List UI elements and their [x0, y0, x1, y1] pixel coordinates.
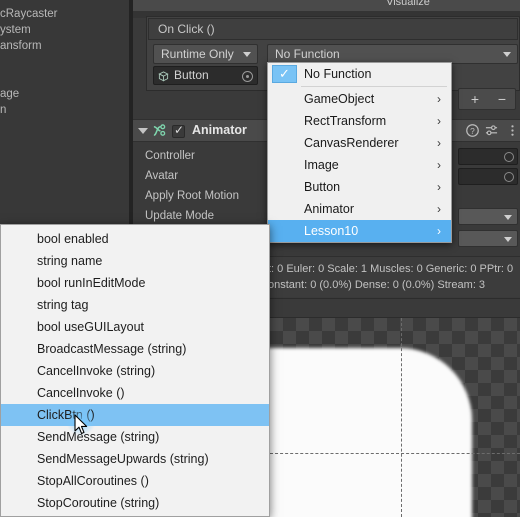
menu-item-recttransform[interactable]: RectTransform ›: [268, 110, 451, 132]
chevron-down-icon: [504, 237, 512, 242]
mouse-cursor-icon: [74, 414, 88, 435]
sprite-image: [270, 348, 472, 517]
hierarchy-row[interactable]: ystem: [0, 24, 31, 36]
gameobject-cube-icon: [158, 71, 169, 82]
add-event-button[interactable]: +: [462, 92, 488, 107]
menu-item-no-function[interactable]: No Function: [268, 63, 451, 85]
submenu-arrow-icon: ›: [437, 92, 441, 106]
culling-mode-value-dropdown[interactable]: [458, 230, 518, 247]
object-picker-icon[interactable]: [504, 172, 514, 182]
submenu-arrow-icon: ›: [437, 158, 441, 172]
menu-item-lesson10[interactable]: Lesson10 ›: [268, 220, 451, 242]
help-icon[interactable]: ?: [466, 124, 479, 137]
editor-tabbar: Visualize: [133, 0, 520, 11]
menu-item-canvasrenderer[interactable]: CanvasRenderer ›: [268, 132, 451, 154]
submenu-arrow-icon: ›: [437, 202, 441, 216]
menu-item-label: Button: [304, 180, 341, 194]
menu-item-label: GameObject: [304, 92, 375, 106]
animator-field-label: Apply Root Motion: [145, 190, 239, 202]
submenu-arrow-icon: ›: [437, 180, 441, 194]
object-picker-icon[interactable]: [504, 152, 514, 162]
object-picker-icon[interactable]: [242, 71, 253, 82]
foldout-triangle-icon[interactable]: [138, 128, 148, 134]
animator-icon: [153, 124, 166, 136]
runtime-mode-dropdown[interactable]: Runtime Only: [153, 44, 258, 64]
inspector-icon-row: ?: [466, 124, 518, 138]
sprite-preview: [270, 318, 520, 517]
function-select-label: No Function: [275, 47, 340, 61]
method-list-menu: bool enabled string name bool runInEditM…: [0, 224, 270, 517]
function-dropdown-menu: No Function GameObject › RectTransform ›…: [267, 62, 452, 243]
controller-value-field[interactable]: [458, 148, 518, 165]
menu-item-label: Lesson10: [304, 224, 359, 238]
animator-field-label: Avatar: [145, 170, 179, 182]
menu-item-label: RectTransform: [304, 114, 387, 128]
nine-slice-guide-horizontal[interactable]: [270, 453, 520, 454]
method-item-usegulayout[interactable]: bool useGUILayout: [1, 316, 269, 338]
menu-item-image[interactable]: Image ›: [268, 154, 451, 176]
hierarchy-row[interactable]: ansform: [0, 40, 42, 52]
menu-item-label: Animator: [304, 202, 355, 216]
hierarchy-row[interactable]: cRaycaster: [0, 8, 58, 20]
menu-item-animator[interactable]: Animator ›: [268, 198, 451, 220]
animator-title: Animator: [192, 123, 247, 137]
method-item-cancelinvoke-string[interactable]: CancelInvoke (string): [1, 360, 269, 382]
event-list-buttons: + −: [458, 88, 516, 110]
function-select-dropdown[interactable]: No Function: [267, 44, 518, 64]
hierarchy-row[interactable]: n: [0, 104, 6, 116]
clip-stats-line: onstant: 0 (0.0%) Dense: 0 (0.0%) Stream…: [268, 279, 486, 291]
hierarchy-row[interactable]: age: [0, 88, 19, 100]
chevron-down-icon: [243, 52, 251, 57]
menu-item-button[interactable]: Button ›: [268, 176, 451, 198]
menu-item-label: No Function: [304, 67, 372, 81]
update-mode-value-dropdown[interactable]: [458, 208, 518, 225]
menu-item-label: Image: [304, 158, 339, 172]
method-item-stopcoroutine[interactable]: StopCoroutine (string): [1, 492, 269, 514]
tab-visualize[interactable]: Visualize: [348, 0, 468, 8]
method-item-tag[interactable]: string tag: [1, 294, 269, 316]
method-item-stopallcoroutines[interactable]: StopAllCoroutines (): [1, 470, 269, 492]
chevron-down-icon: [503, 52, 511, 57]
target-object-label: Button: [174, 68, 209, 82]
animator-field-label: Controller: [145, 150, 195, 162]
method-item-sendmessage[interactable]: SendMessage (string): [1, 426, 269, 448]
nine-slice-guide-vertical[interactable]: [401, 318, 402, 517]
menu-item-gameobject[interactable]: GameObject ›: [268, 88, 451, 110]
check-icon: [272, 63, 297, 85]
method-item-sendmessageupwards[interactable]: SendMessageUpwards (string): [1, 448, 269, 470]
remove-event-button[interactable]: −: [489, 92, 515, 107]
submenu-arrow-icon: ›: [437, 136, 441, 150]
animator-enabled-checkbox[interactable]: [172, 123, 185, 138]
kebab-menu-icon[interactable]: [506, 124, 519, 137]
hierarchy-panel: cRaycaster ystem ansform age n: [0, 0, 133, 225]
runtime-mode-label: Runtime Only: [161, 47, 234, 61]
menu-separator: [301, 86, 447, 87]
onclick-header: On Click (): [148, 18, 518, 40]
method-item-name[interactable]: string name: [1, 250, 269, 272]
chevron-down-icon: [504, 215, 512, 220]
method-item-runineditmode[interactable]: bool runInEditMode: [1, 272, 269, 294]
clip-stats-line: t: 0 Euler: 0 Scale: 1 Muscles: 0 Generi…: [268, 263, 514, 275]
method-item-cancelinvoke[interactable]: CancelInvoke (): [1, 382, 269, 404]
menu-item-label: CanvasRenderer: [304, 136, 399, 150]
target-object-field[interactable]: Button: [153, 66, 258, 85]
animator-field-label: Update Mode: [145, 210, 215, 222]
method-item-clickbtn[interactable]: ClickBtn (): [1, 404, 269, 426]
avatar-value-field[interactable]: [458, 168, 518, 185]
unity-editor-screenshot: cRaycaster ystem ansform age n Visualize…: [0, 0, 520, 517]
submenu-arrow-icon: ›: [437, 224, 441, 238]
method-item-enabled[interactable]: bool enabled: [1, 228, 269, 250]
preset-settings-icon[interactable]: [485, 124, 498, 137]
method-item-broadcastmessage[interactable]: BroadcastMessage (string): [1, 338, 269, 360]
svg-text:?: ?: [470, 126, 475, 136]
submenu-arrow-icon: ›: [437, 114, 441, 128]
